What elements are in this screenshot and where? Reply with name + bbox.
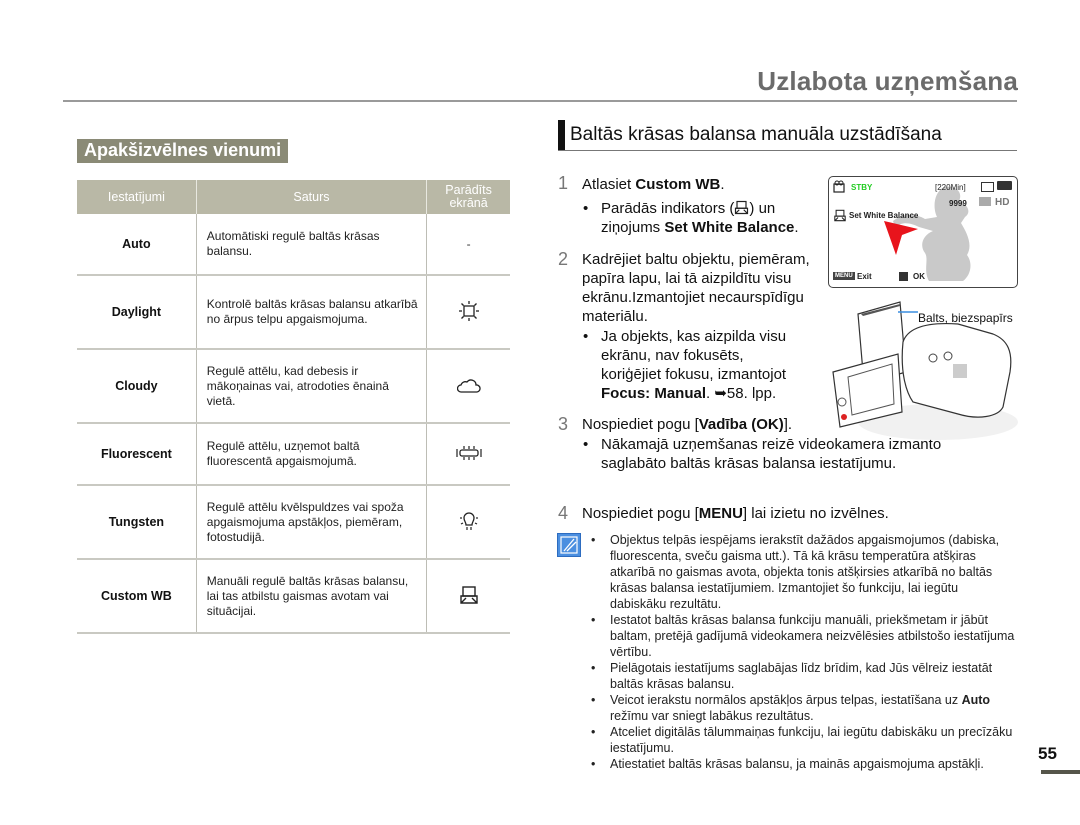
table-row: Cloudy Regulē attēlu, kad debesis ir māk…	[77, 349, 510, 424]
step-text: Kadrējiet baltu objektu, piemēram, papīr…	[582, 251, 810, 325]
setting-name: Custom WB	[77, 559, 197, 634]
camcorder-mode-icon	[833, 180, 845, 193]
pointer-arrow-icon	[884, 221, 918, 255]
heading-accent-bar	[558, 120, 565, 150]
lcd-remaining-time: [220Min]	[935, 183, 966, 192]
table-header-row: Iestatījumi Saturs Parādīts ekrānā	[77, 180, 510, 214]
step-number: 4	[558, 503, 569, 523]
custom-wb-icon	[834, 209, 846, 222]
lcd-photo-count: 9999	[949, 199, 967, 208]
table-row: Fluorescent Regulē attēlu, uzņemot baltā…	[77, 423, 510, 486]
lcd-exit-label: Exit	[857, 272, 872, 281]
table-row: Auto Automātiski regulē baltās krāsas ba…	[77, 214, 510, 276]
ok-key-icon	[899, 272, 908, 281]
lcd-mode-status: STBY	[851, 183, 873, 192]
custom-wb-icon	[735, 200, 749, 215]
paper-callout-label: Balts, biezspapīrs	[918, 311, 1013, 325]
lcd-menu-key: MENU	[833, 272, 855, 280]
title-divider	[63, 100, 1017, 102]
image-quality-icon	[979, 197, 991, 206]
note-item: • Veicot ierakstu normālos apstākļos ārpu…	[591, 693, 991, 723]
setting-name: Daylight	[77, 275, 197, 350]
table-row: Tungsten Regulē attēlu kvēlspuldzes vai …	[77, 485, 510, 560]
note-item: • Atceliet digitālās tālummaiņas funkciju…	[591, 725, 1013, 755]
lcd-message: Set White Balance	[849, 211, 919, 220]
setting-name: Fluorescent	[77, 423, 197, 486]
note-item: • Objektus telpās iespējams ierakstīt daž…	[591, 533, 1000, 611]
lcd-hd-badge: HD	[995, 197, 1010, 208]
column-header-settings: Iestatījumi	[77, 180, 197, 214]
setting-name: Auto	[77, 214, 197, 276]
camera-lcd-screen: STBY [220Min] 9999 HD Set White Balance …	[828, 176, 1018, 288]
table-row: Custom WB Manuāli regulē baltās krāsas b…	[77, 559, 510, 634]
section-label: Apakšizvēlnes vienumi	[77, 139, 289, 163]
display-value: -	[426, 214, 510, 276]
setting-description: Automātiski regulē baltās krāsas balansu…	[195, 214, 428, 276]
setting-name: Tungsten	[77, 485, 197, 560]
setting-description: Regulē attēlu kvēlspuldzes vai spoža apg…	[195, 485, 428, 560]
column-header-display-line1: Parādīts	[445, 183, 492, 197]
custom-wb-label: Custom WB	[635, 176, 721, 193]
setting-description: Regulē attēlu, kad debesis ir mākoņainas…	[195, 349, 428, 424]
setting-description: Regulē attēlu, uzņemot baltā fluorescent…	[195, 423, 428, 486]
step-text: Nospiediet pogu [Vadība (OK)].	[582, 416, 793, 433]
column-header-content: Saturs	[195, 180, 428, 214]
page-number-bar	[1041, 770, 1080, 774]
step-bullet: • Ja objekts, kas aizpilda visu ekrānu, …	[583, 328, 787, 402]
setting-description: Kontrolē baltās krāsas balansu atkarībā …	[195, 275, 428, 350]
lcd-ok-label: OK	[913, 272, 925, 281]
pen-note-icon	[560, 536, 578, 554]
setting-description: Manuāli regulē baltās krāsas balansu, la…	[195, 559, 428, 634]
cloud-icon	[456, 378, 481, 393]
note-item: • Pielāgotais iestatījums saglabājas līdz…	[591, 661, 993, 691]
heading-divider	[558, 150, 1017, 151]
page-title: Uzlabota uzņemšana	[757, 66, 1018, 96]
fluorescent-icon	[455, 445, 482, 460]
note-icon	[557, 533, 581, 557]
battery-icon	[997, 181, 1012, 190]
step-number: 2	[558, 249, 569, 269]
page-number: 55	[1038, 744, 1057, 763]
tungsten-bulb-icon	[459, 511, 478, 530]
step-text: Nospiediet pogu [MENU] lai izietu no izv…	[582, 505, 889, 522]
settings-table: Iestatījumi Saturs Parādīts ekrānā Auto …	[77, 180, 510, 634]
column-header-display-line2: ekrānā	[449, 196, 488, 210]
setting-name: Cloudy	[77, 349, 197, 424]
custom-wb-icon	[459, 585, 478, 604]
card-icon	[981, 182, 994, 192]
step-number: 3	[558, 414, 569, 434]
column-header-display: Parādīts ekrānā	[426, 180, 510, 214]
table-row: Daylight Kontrolē baltās krāsas balansu …	[77, 275, 510, 350]
note-item: • Atiestatiet baltās krāsas balansu, ja m…	[591, 757, 984, 771]
note-list: • Objektus telpās iespējams ierakstīt daž…	[591, 532, 1015, 772]
step-number: 1	[558, 173, 569, 193]
step-bullet: • Parādās indikators () un ziņojums Set …	[583, 200, 799, 236]
section-heading: Baltās krāsas balansa manuāla uzstādīšan…	[570, 124, 942, 145]
sun-icon	[458, 300, 479, 321]
step-text: Atlasiet Custom WB.	[582, 176, 725, 193]
note-item: • Iestatot baltās krāsas balansa funkciju…	[591, 613, 1015, 659]
